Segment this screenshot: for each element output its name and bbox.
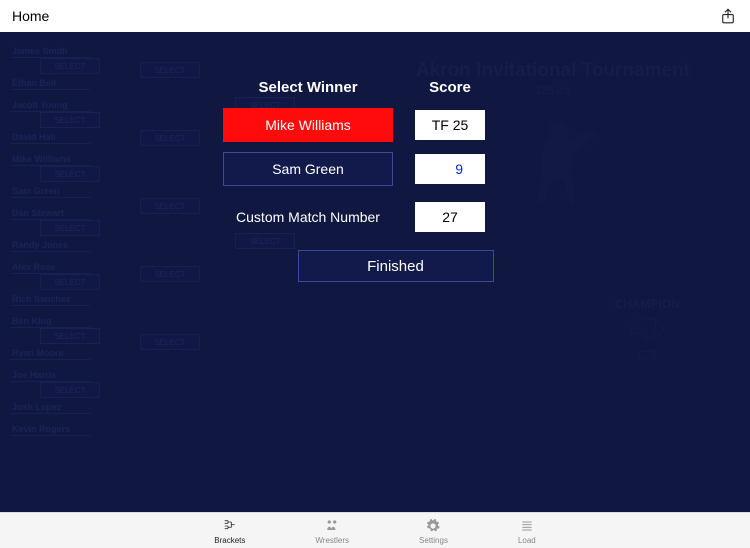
bracket-round-1: James Smith SELECT Ethan Bell Jacob Youn… — [10, 42, 100, 436]
gear-icon — [425, 517, 441, 535]
main-content: Akron Invitational Tournament 125 lbs CH… — [0, 32, 750, 512]
wrestler-silhouette — [500, 102, 630, 232]
score-label: Score — [415, 79, 485, 96]
finished-button[interactable]: Finished — [298, 250, 494, 282]
bracket-select: SELECT — [40, 274, 100, 290]
wrestler-1-button[interactable]: Mike Williams — [223, 108, 393, 142]
bracket-name: Sam Green — [10, 182, 90, 198]
wrestler-2-row: Sam Green — [223, 152, 513, 186]
bracket-name: Joe Harris — [10, 366, 90, 382]
bracket-name: Rich Sanchez — [10, 290, 90, 306]
select-winner-modal: Select Winner Score Mike Williams Sam Gr… — [223, 79, 513, 282]
bracket-name: Alex Rose — [10, 258, 90, 274]
bracket-select: SELECT — [40, 112, 100, 128]
bracket-select: SELECT — [140, 266, 200, 282]
bracket-round-2: SELECT SELECT SELECT SELECT SELECT — [110, 42, 200, 350]
bracket-name: Jacob Young — [10, 96, 90, 112]
bracket-select: SELECT — [40, 382, 100, 398]
wrestler-1-row: Mike Williams — [223, 108, 513, 142]
tab-brackets[interactable]: Brackets — [214, 517, 245, 545]
wrestlers-icon — [323, 517, 341, 535]
trophy-icon — [615, 311, 680, 373]
tab-label: Load — [518, 536, 536, 545]
bottom-tab-bar: Brackets Wrestlers Settings Load — [0, 512, 750, 548]
bracket-select: SELECT — [140, 334, 200, 350]
modal-header-row: Select Winner Score — [223, 79, 513, 96]
wrestler-2-score-input[interactable] — [415, 154, 485, 184]
bracket-select: SELECT — [40, 58, 100, 74]
bracket-select: SELECT — [40, 166, 100, 182]
home-button[interactable]: Home — [12, 8, 49, 24]
custom-match-input[interactable] — [415, 202, 485, 232]
custom-match-row: Custom Match Number — [223, 202, 513, 232]
wrestler-1-score-input[interactable] — [415, 110, 485, 140]
bracket-select: SELECT — [40, 220, 100, 236]
tab-wrestlers[interactable]: Wrestlers — [315, 517, 349, 545]
tab-label: Wrestlers — [315, 536, 349, 545]
bracket-name: David Hall — [10, 128, 90, 144]
load-icon — [519, 517, 535, 535]
champion-label: CHAMPION — [615, 297, 680, 311]
share-icon[interactable] — [718, 6, 738, 26]
bracket-select: SELECT — [140, 198, 200, 214]
champion-badge: CHAMPION — [615, 297, 680, 373]
bracket-name: Josh Lopez — [10, 398, 90, 414]
bracket-name: Ethan Bell — [10, 74, 90, 90]
tournament-name: Akron Invitational Tournament — [416, 60, 690, 81]
bracket-name: Ben King — [10, 312, 90, 328]
tab-settings[interactable]: Settings — [419, 517, 448, 545]
bracket-name: Ryan Moore — [10, 344, 90, 360]
tab-label: Settings — [419, 536, 448, 545]
brackets-icon — [221, 517, 239, 535]
bracket-select: SELECT — [140, 130, 200, 146]
bracket-name: Dan Stewart — [10, 204, 90, 220]
bracket-select: SELECT — [140, 62, 200, 78]
bracket-name: Kevin Rogers — [10, 420, 90, 436]
bracket-select: SELECT — [40, 328, 100, 344]
bracket-name: Randy Jones — [10, 236, 90, 252]
top-nav-bar: Home — [0, 0, 750, 32]
custom-match-label: Custom Match Number — [223, 209, 393, 225]
wrestler-2-button[interactable]: Sam Green — [223, 152, 393, 186]
tab-label: Brackets — [214, 536, 245, 545]
tab-load[interactable]: Load — [518, 517, 536, 545]
bracket-name: Mike Williams — [10, 150, 90, 166]
select-winner-label: Select Winner — [223, 79, 393, 96]
bracket-name: James Smith — [10, 42, 90, 58]
